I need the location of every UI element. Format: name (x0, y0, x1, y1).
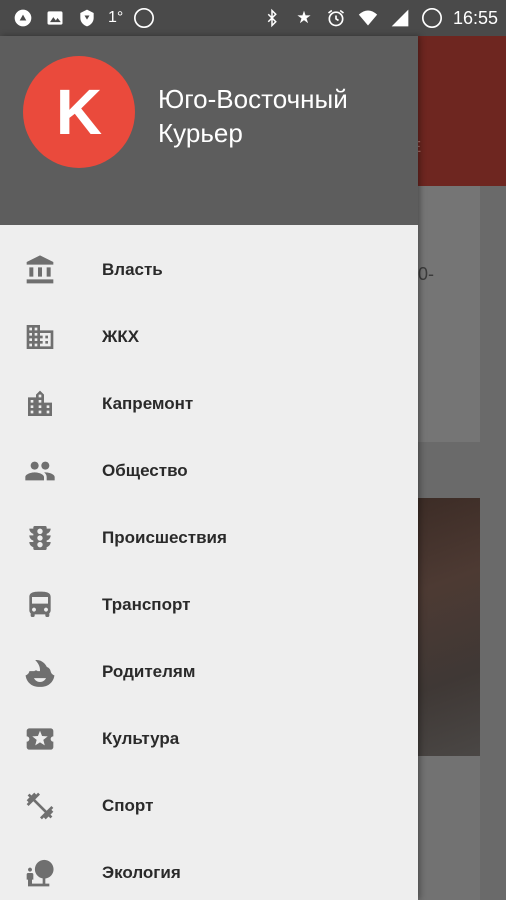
nav-item-label: Спорт (102, 795, 154, 815)
shield-icon (76, 7, 98, 29)
nav-item-zhkh[interactable]: ЖКХ (0, 303, 418, 370)
traffic-light-icon (24, 522, 56, 554)
nav-item-label: Транспорт (102, 594, 191, 614)
nav-item-kapremont[interactable]: Капремонт (0, 370, 418, 437)
nav-item-label: Общество (102, 460, 188, 480)
child-face-icon (24, 656, 56, 688)
temperature-text: 1° (108, 9, 124, 26)
clock-time: 16:55 (452, 7, 498, 28)
nav-item-label: Капремонт (102, 393, 194, 413)
app-title: Юго-Восточный Курьер (158, 84, 348, 148)
bluetooth-icon (261, 7, 283, 29)
bank-icon (24, 254, 56, 286)
city-icon (24, 388, 56, 420)
wifi-icon (357, 7, 379, 29)
nav-item-roditelyam[interactable]: Родителям (0, 638, 418, 705)
nav-item-sport[interactable]: Спорт (0, 772, 418, 839)
people-icon (24, 455, 56, 487)
bus-icon (24, 589, 56, 621)
nav-item-obshchestvo[interactable]: Общество (0, 437, 418, 504)
alarm-icon (325, 7, 347, 29)
building-icon (24, 321, 56, 353)
signal-icon (389, 7, 411, 29)
nav-item-label: Экология (102, 862, 181, 882)
nav-item-kultura[interactable]: Культура (0, 705, 418, 772)
nav-item-label: Родителям (102, 661, 196, 681)
nav-item-label: Власть (102, 259, 163, 279)
status-bar: 1° ★ 16:55 (0, 0, 506, 36)
nav-item-vlast[interactable]: Власть (0, 236, 418, 303)
app-logo: K (23, 56, 135, 168)
battery-icon (421, 7, 443, 29)
nav-item-label: Происшествия (102, 527, 227, 547)
star-icon: ★ (296, 8, 312, 27)
nav-item-label: ЖКХ (102, 326, 140, 346)
nav-item-proisshestviya[interactable]: Происшествия (0, 504, 418, 571)
notification-count-icon (133, 7, 155, 29)
dumbbell-icon (24, 790, 56, 822)
nav-item-label: Культура (102, 728, 180, 748)
drawer-header: K Юго-Восточный Курьер (0, 36, 418, 225)
app-notification-icon (12, 7, 34, 29)
image-icon (44, 7, 66, 29)
nav-item-transport[interactable]: Транспорт (0, 571, 418, 638)
ticket-star-icon (24, 723, 56, 755)
nature-people-icon (24, 857, 56, 889)
navigation-drawer: K Юго-Восточный Курьер Власть ЖКХ Капрем… (0, 36, 418, 900)
nav-item-ekologiya[interactable]: Экология (0, 839, 418, 900)
logo-letter: K (55, 76, 103, 148)
